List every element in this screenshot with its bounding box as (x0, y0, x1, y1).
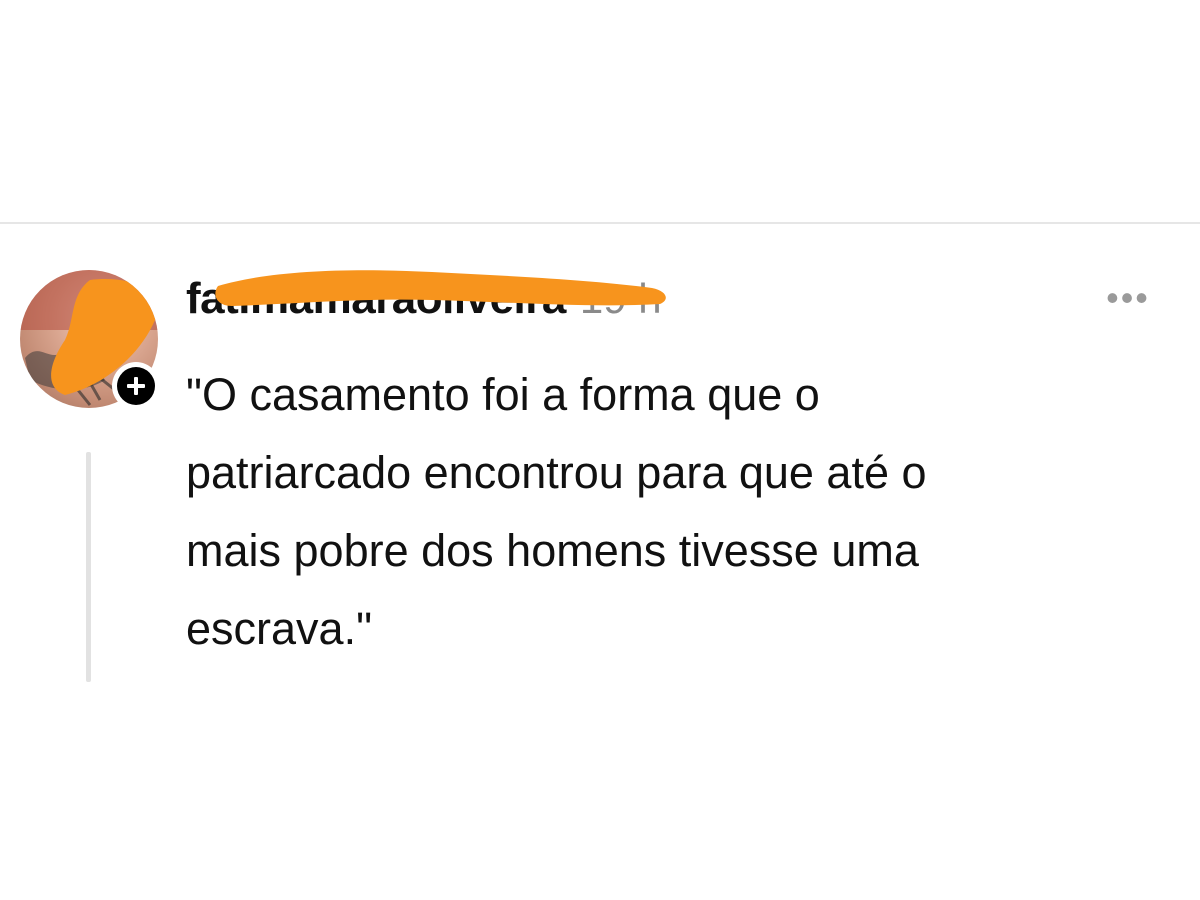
timestamp: 19 h (579, 275, 662, 322)
author-avatar-group[interactable] (20, 270, 162, 412)
more-options-button[interactable]: ••• (1096, 277, 1160, 318)
ellipsis-icon: ••• (1106, 277, 1150, 318)
post-text: "O casamento foi a forma que o patriarca… (186, 369, 927, 654)
follow-badge-inner (117, 367, 155, 405)
thread-line (86, 452, 91, 682)
post-header: fatimamaraoliveira 19 h (186, 274, 662, 330)
plus-icon (127, 377, 145, 395)
post: fatimamaraoliveira 19 h ••• "O casamento… (0, 224, 1200, 900)
username[interactable]: fatimamaraoliveira (186, 274, 566, 324)
follow-button[interactable] (112, 362, 160, 410)
